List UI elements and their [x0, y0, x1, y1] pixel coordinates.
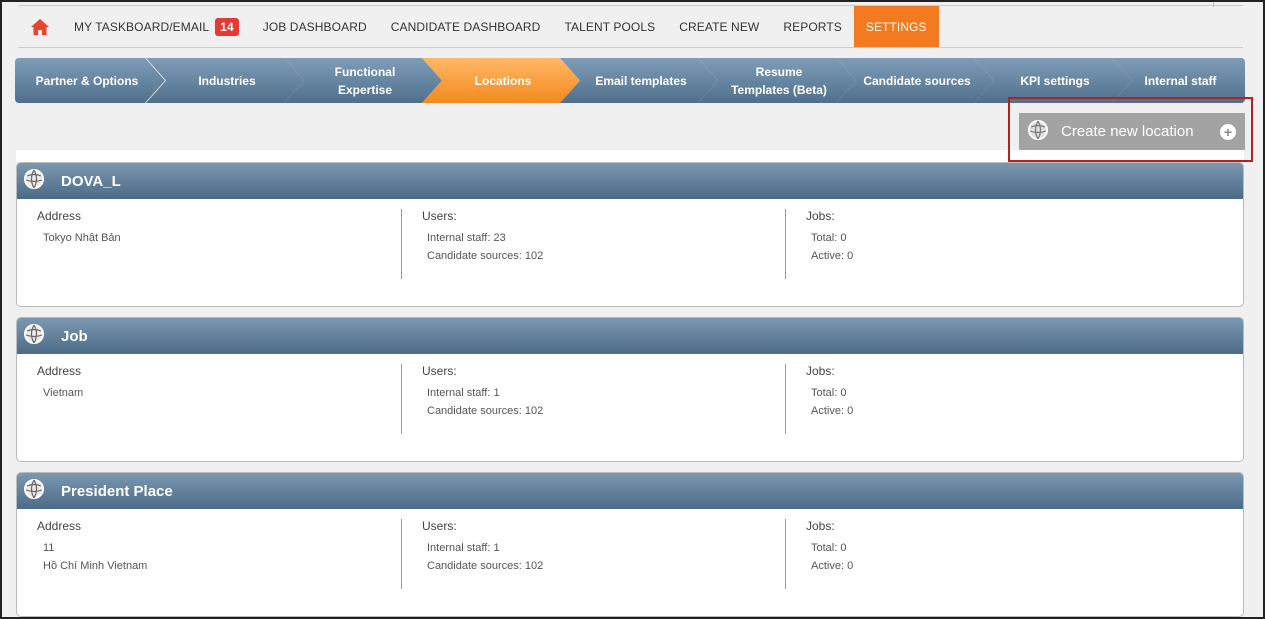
users-title: Users: — [422, 519, 457, 533]
jobs-total: Total: 0 — [811, 387, 847, 399]
nav-reports[interactable]: REPORTS — [771, 6, 854, 47]
address-column: Address Tokyo Nhật Bản — [37, 209, 401, 279]
taskboard-count-badge: 14 — [215, 17, 239, 36]
tab-label: Candidate sources — [863, 73, 971, 88]
tab-industries[interactable]: Industries — [146, 58, 304, 103]
jobs-column: Jobs: Total: 0 Active: 0 — [785, 364, 1225, 434]
nav-my-taskboard[interactable]: MY TASKBOARD/EMAIL 14 — [62, 6, 251, 47]
address-line: Vietnam — [43, 387, 84, 399]
tab-label: Resume Templates (Beta) — [731, 64, 827, 97]
jobs-title: Jobs: — [806, 209, 835, 223]
nav-settings[interactable]: SETTINGS — [853, 6, 939, 47]
nav-candidate-dashboard[interactable]: CANDIDATE DASHBOARD — [379, 6, 553, 47]
tab-label: Partner & Options — [35, 73, 139, 88]
tab-label: KPI settings — [1020, 73, 1090, 88]
tab-candidate-sources[interactable]: Candidate sources — [836, 58, 994, 103]
create-location-highlight: Create new location + — [1008, 97, 1253, 162]
tab-label: Email templates — [595, 73, 687, 88]
location-header[interactable]: DOVA_L — [17, 163, 1243, 199]
jobs-active: Active: 0 — [811, 560, 854, 572]
jobs-column: Jobs: Total: 0 Active: 0 — [785, 519, 1225, 589]
users-column: Users: Internal staff: 23 Candidate sour… — [401, 209, 785, 279]
address-title: Address — [37, 209, 82, 223]
users-title: Users: — [422, 209, 457, 223]
location-card: Job Address Vietnam Users: Internal staf… — [16, 317, 1244, 462]
top-nav: MY TASKBOARD/EMAIL 14 JOB DASHBOARD CAND… — [18, 6, 1243, 48]
address-line: Tokyo Nhật Bản — [43, 232, 121, 244]
candidate-sources-count: Candidate sources: 102 — [427, 560, 544, 572]
location-name: Job — [61, 327, 88, 345]
address-line: 11 — [43, 542, 55, 554]
location-card: President Place Address 11 Hồ Chí Minh V… — [16, 472, 1244, 617]
tab-label: Functional Expertise — [334, 64, 396, 97]
nav-create-new[interactable]: CREATE NEW — [667, 6, 771, 47]
tab-resume-templates[interactable]: Resume Templates (Beta) — [698, 58, 856, 103]
address-column: Address 11 Hồ Chí Minh Vietnam — [37, 519, 401, 589]
address-title: Address — [37, 364, 82, 378]
internal-staff-count: Internal staff: 23 — [427, 232, 506, 244]
jobs-title: Jobs: — [806, 519, 835, 533]
jobs-active: Active: 0 — [811, 250, 854, 262]
candidate-sources-count: Candidate sources: 102 — [427, 405, 544, 417]
tab-locations[interactable]: Locations — [422, 58, 580, 103]
address-column: Address Vietnam — [37, 364, 401, 434]
globe-icon — [1027, 119, 1049, 145]
globe-icon — [23, 478, 45, 504]
users-column: Users: Internal staff: 1 Candidate sourc… — [401, 364, 785, 434]
tab-label: Internal staff — [1144, 73, 1217, 88]
jobs-total: Total: 0 — [811, 542, 847, 554]
tab-partner-options[interactable]: Partner & Options — [15, 58, 165, 103]
location-header[interactable]: Job — [17, 318, 1243, 354]
jobs-title: Jobs: — [806, 364, 835, 378]
internal-staff-count: Internal staff: 1 — [427, 387, 500, 399]
tab-functional-expertise[interactable]: Functional Expertise — [284, 58, 442, 103]
location-name: President Place — [61, 482, 173, 500]
create-new-location-label: Create new location — [1061, 123, 1194, 140]
nav-talent-pools[interactable]: TALENT POOLS — [552, 6, 667, 47]
address-title: Address — [37, 519, 82, 533]
users-title: Users: — [422, 364, 457, 378]
create-new-location-button[interactable]: Create new location + — [1019, 113, 1245, 150]
jobs-column: Jobs: Total: 0 Active: 0 — [785, 209, 1225, 279]
jobs-total: Total: 0 — [811, 232, 847, 244]
globe-icon — [23, 323, 45, 349]
jobs-active: Active: 0 — [811, 405, 854, 417]
users-column: Users: Internal staff: 1 Candidate sourc… — [401, 519, 785, 589]
nav-my-taskboard-label: MY TASKBOARD/EMAIL — [74, 19, 210, 34]
location-name: DOVA_L — [61, 172, 121, 190]
globe-icon — [23, 168, 45, 194]
location-header[interactable]: President Place — [17, 473, 1243, 509]
plus-icon: + — [1220, 123, 1236, 140]
tab-label: Industries — [198, 73, 256, 88]
internal-staff-count: Internal staff: 1 — [427, 542, 500, 554]
candidate-sources-count: Candidate sources: 102 — [427, 250, 544, 262]
address-line: Hồ Chí Minh Vietnam — [43, 560, 148, 572]
home-icon[interactable] — [18, 6, 62, 47]
location-card: DOVA_L Address Tokyo Nhật Bản Users: Int… — [16, 162, 1244, 307]
tab-label: Locations — [474, 73, 532, 88]
tab-email-templates[interactable]: Email templates — [560, 58, 718, 103]
nav-job-dashboard[interactable]: JOB DASHBOARD — [251, 6, 379, 47]
